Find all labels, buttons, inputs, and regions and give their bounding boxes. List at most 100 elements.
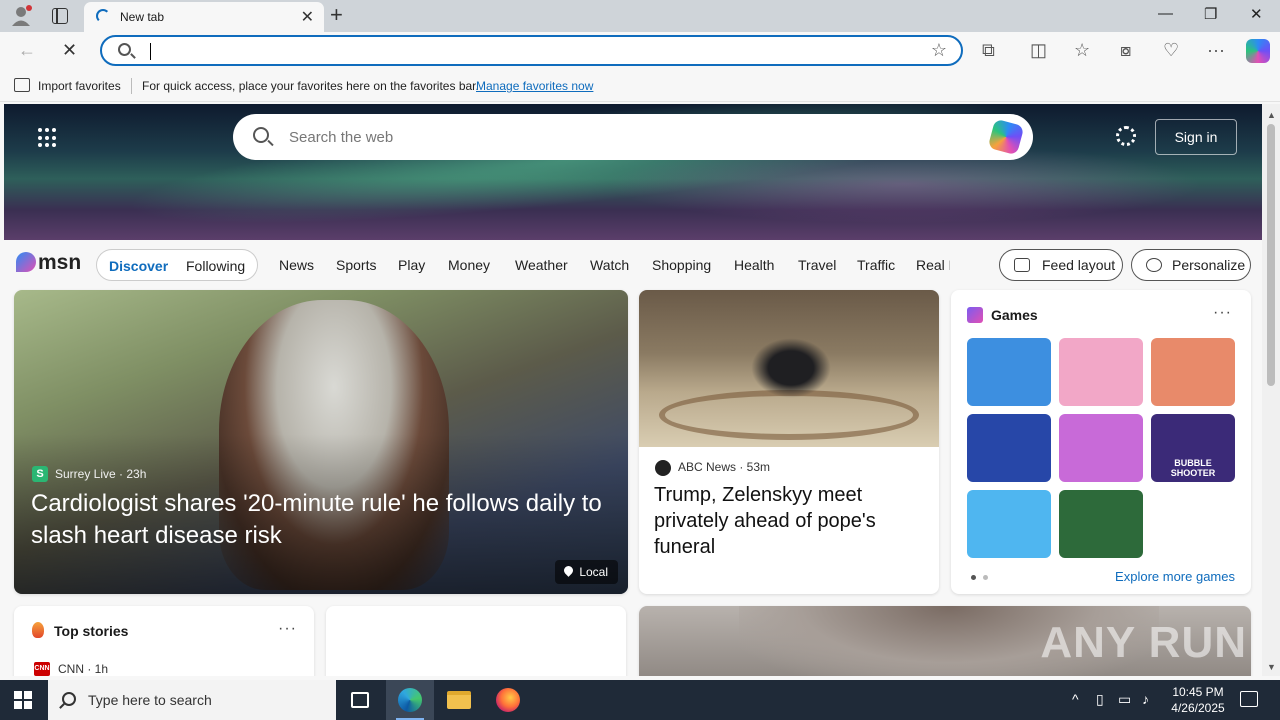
abc-news-logo-icon	[655, 460, 671, 476]
news-story-card[interactable]: ABC News · 53m Trump, Zelenskyy meet pri…	[639, 290, 939, 594]
copilot-icon[interactable]	[1246, 39, 1270, 63]
close-window-icon[interactable]: ✕	[1250, 5, 1263, 23]
tab-following[interactable]: Following	[186, 258, 245, 274]
nav-money[interactable]: Money	[448, 257, 490, 273]
feed-segment: Discover Following	[96, 249, 258, 281]
taskbar-search[interactable]: Type here to search	[48, 680, 336, 720]
hero-story-card[interactable]: S Surrey Live · 23h Cardiologist shares …	[14, 290, 628, 594]
tab-discover[interactable]: Discover	[109, 258, 168, 274]
msn-logo[interactable]: msn	[16, 251, 81, 275]
settings-gear-icon[interactable]	[1116, 126, 1136, 146]
nav-travel[interactable]: Travel	[798, 257, 836, 273]
feed-layout-button[interactable]: Feed layout	[999, 249, 1123, 281]
cnn-logo-icon: CNN	[34, 662, 50, 676]
tab-title: New tab	[120, 10, 165, 24]
page-scrollbar[interactable]: ▲ ▼	[1262, 104, 1280, 676]
carousel-dot-active[interactable]	[971, 575, 976, 580]
nav-sports[interactable]: Sports	[336, 257, 376, 273]
profile-icon[interactable]	[10, 5, 32, 27]
game-tile[interactable]	[967, 338, 1051, 406]
msn-logo-text: msn	[38, 251, 82, 274]
game-tile[interactable]: BUBBLE SHOOTER	[1151, 414, 1235, 482]
close-tab-icon[interactable]: ✕	[301, 7, 314, 27]
import-favorites-button[interactable]: Import favorites	[38, 79, 121, 93]
back-icon[interactable]: ←	[18, 40, 36, 61]
favorite-star-icon[interactable]: ☆	[931, 40, 947, 61]
windows-taskbar: Type here to search ^ ▯ ▭ ♪ 10:45 PM 4/2…	[0, 680, 1280, 720]
top-stories-more-button[interactable]: ···	[278, 620, 297, 638]
clock-time: 10:45 PM	[1172, 685, 1224, 699]
stop-loading-icon[interactable]: ✕	[62, 40, 77, 61]
show-hidden-icons-icon[interactable]: ^	[1072, 691, 1079, 707]
tab-new-tab[interactable]: New tab ✕	[84, 2, 324, 32]
extensions-icon[interactable]: ⧉	[982, 40, 995, 61]
feed-layout-label: Feed layout	[1042, 257, 1116, 273]
photo-figures	[751, 338, 831, 398]
nav-traffic[interactable]: Traffic	[857, 257, 895, 273]
game-tile[interactable]	[1059, 414, 1143, 482]
address-bar[interactable]: ☆	[100, 35, 963, 66]
games-more-button[interactable]: ···	[1213, 304, 1232, 322]
scroll-down-icon[interactable]: ▼	[1267, 662, 1276, 672]
explore-more-games-link[interactable]: Explore more games	[1115, 569, 1235, 584]
device-icon[interactable]: ▯	[1096, 691, 1104, 708]
flame-icon	[32, 622, 44, 638]
collections-icon[interactable]: ⧇	[1120, 40, 1131, 61]
carousel-dot[interactable]	[983, 575, 988, 580]
new-tab-page: Sign in msn Discover Following News Spor…	[4, 104, 1262, 676]
tab-actions-icon[interactable]	[52, 8, 68, 24]
volume-icon[interactable]: ♪	[1142, 691, 1149, 707]
file-explorer-button[interactable]	[435, 680, 483, 720]
scroll-thumb[interactable]	[1267, 124, 1275, 386]
favorites-hint: For quick access, place your favorites h…	[142, 79, 479, 93]
web-search-input[interactable]	[289, 126, 969, 148]
copilot-icon[interactable]	[987, 118, 1025, 156]
favorites-bar: Import favorites For quick access, place…	[0, 70, 1280, 102]
hero-background: Sign in	[4, 104, 1262, 240]
nav-play[interactable]: Play	[398, 257, 425, 273]
game-tile[interactable]	[1059, 338, 1143, 406]
story-source: CNN · 1h	[58, 662, 109, 676]
firefox-taskbar-button[interactable]	[484, 680, 532, 720]
nav-health[interactable]: Health	[734, 257, 774, 273]
scroll-up-icon[interactable]: ▲	[1267, 110, 1276, 120]
split-screen-icon[interactable]: ◫	[1030, 40, 1047, 61]
notifications-icon[interactable]	[1240, 691, 1258, 707]
edge-taskbar-button[interactable]	[386, 680, 434, 720]
search-icon	[253, 127, 269, 143]
sign-in-button[interactable]: Sign in	[1155, 119, 1237, 155]
more-options-icon[interactable]: ···	[1207, 40, 1225, 61]
favorites-divider	[131, 78, 132, 94]
games-icon	[967, 307, 983, 323]
nav-weather[interactable]: Weather	[515, 257, 568, 273]
game-tile[interactable]	[967, 490, 1051, 558]
personalize-button[interactable]: Personalize	[1131, 249, 1251, 281]
nav-shopping[interactable]: Shopping	[652, 257, 711, 273]
browser-essentials-icon[interactable]: ♡	[1163, 40, 1179, 61]
start-button[interactable]	[14, 691, 32, 709]
folder-icon	[447, 691, 471, 709]
text-caret	[150, 43, 151, 60]
taskbar-clock[interactable]: 10:45 PM 4/26/2025	[1168, 684, 1228, 716]
search-icon	[118, 43, 131, 56]
video-story-card[interactable]: ANY RUN	[639, 606, 1251, 676]
story-headline[interactable]: Cardiologist shares '20-minute rule' he …	[31, 488, 611, 552]
watermark: ANY RUN	[1040, 618, 1247, 667]
new-tab-icon[interactable]: +	[330, 2, 343, 28]
task-view-button[interactable]	[336, 680, 384, 720]
story-headline[interactable]: Trump, Zelenskyy meet privately ahead of…	[654, 482, 924, 560]
manage-favorites-link[interactable]: Manage favorites now	[476, 79, 593, 93]
game-tile[interactable]	[1059, 490, 1143, 558]
game-tile[interactable]	[967, 414, 1051, 482]
nav-watch[interactable]: Watch	[590, 257, 629, 273]
browser-toolbar: ← ✕ ☆ ⧉ ◫ ☆ ⧇ ♡ ···	[0, 32, 1280, 70]
nav-news[interactable]: News	[279, 257, 314, 273]
app-launcher-icon[interactable]	[38, 128, 58, 148]
story-source: ABC News · 53m	[678, 460, 771, 474]
nav-real-estate[interactable]: Real E	[916, 257, 950, 273]
favorites-icon[interactable]: ☆	[1074, 40, 1090, 61]
network-icon[interactable]: ▭	[1118, 691, 1131, 708]
game-tile[interactable]	[1151, 338, 1235, 406]
restore-icon[interactable]: ❐	[1204, 5, 1217, 23]
minimize-icon[interactable]: —	[1158, 5, 1173, 22]
